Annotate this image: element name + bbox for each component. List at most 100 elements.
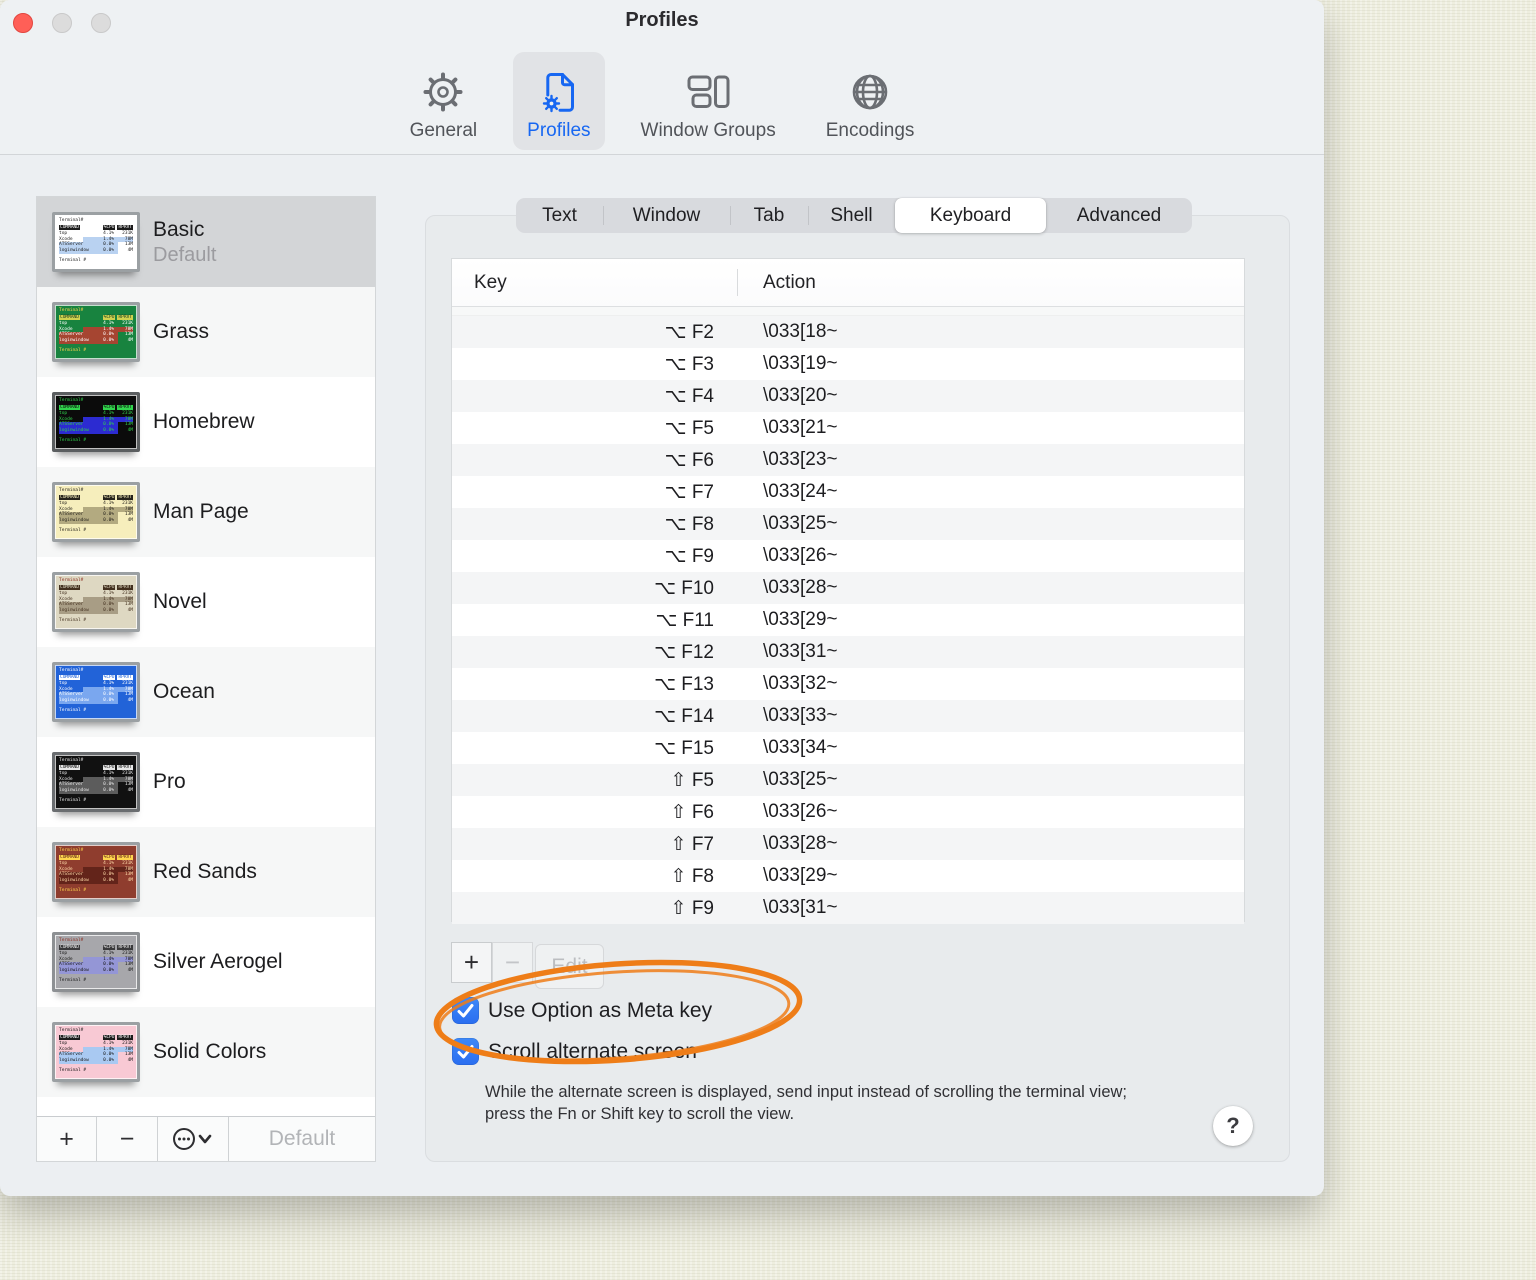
thumb-header-chip: %CPU (102, 584, 116, 591)
shortcut-action: \033[29~ (763, 609, 838, 630)
titlebar: Profiles (0, 0, 1324, 44)
shortcut-key: ⌥ F8 (664, 513, 714, 535)
thumb-title: Terminal# (59, 488, 84, 493)
profile-list-item-solid-colors[interactable]: Terminal# COMMAND %CPU RPRVT top 4.1% 231K Xcod… (37, 1007, 375, 1097)
thumb-header-chip: RPRVT (117, 854, 133, 861)
option-scroll-alternate-screen[interactable]: Scroll alternate screen (452, 1038, 697, 1065)
profile-name: Homebrew (153, 410, 255, 433)
checkbox-checked-icon[interactable] (452, 1038, 479, 1065)
thumb-header-chip: COMMAND (59, 224, 80, 231)
thumb-header-chip: COMMAND (59, 944, 80, 951)
shortcut-action: \033[23~ (763, 449, 838, 470)
shortcut-row[interactable]: ⌥ F15 \033[34~ (452, 732, 1244, 764)
shortcut-row[interactable]: ⌥ F2 \033[18~ (452, 316, 1244, 348)
profile-thumbnail: Terminal# COMMAND %CPU RPRVT top 4.1% 231K Xcod… (52, 662, 140, 722)
profile-text: Silver Aerogel (153, 950, 283, 974)
tab-tab[interactable]: Tab (730, 198, 808, 233)
shortcut-row[interactable]: ⇧ F6 \033[26~ (452, 796, 1244, 828)
shortcut-row[interactable]: ⌥ F14 \033[33~ (452, 700, 1244, 732)
option-label: Use Option as Meta key (488, 998, 713, 1022)
shortcut-row[interactable]: ⌥ F10 \033[28~ (452, 572, 1244, 604)
shortcut-row[interactable]: ⇧ F8 \033[29~ (452, 860, 1244, 892)
tab-text[interactable]: Text (516, 198, 603, 233)
option-use-option-as-meta[interactable]: Use Option as Meta key (452, 997, 712, 1024)
remove-shortcut-button[interactable]: − (492, 942, 533, 983)
shortcut-action: \033[29~ (763, 865, 838, 886)
thumb-process-row: loginwindow 0.0% 4M (59, 877, 133, 884)
shortcut-row[interactable]: ⌥ F5 \033[21~ (452, 412, 1244, 444)
profile-name: Grass (153, 320, 210, 343)
shortcut-row[interactable]: ⌥ F8 \033[25~ (452, 508, 1244, 540)
shortcut-key: ⇧ F9 (670, 897, 714, 919)
set-default-button[interactable]: Default (229, 1117, 375, 1161)
shortcut-row[interactable]: ⌥ F6 \033[23~ (452, 444, 1244, 476)
shortcut-row[interactable]: ⌥ F13 \033[32~ (452, 668, 1244, 700)
thumb-header-chip: RPRVT (117, 404, 133, 411)
thumb-header-chip: RPRVT (117, 1034, 133, 1041)
desktop: { "window": { "title": "Profiles" }, "to… (0, 0, 1536, 1280)
profile-actions-menu-button[interactable] (158, 1117, 229, 1161)
thumb-process-row: loginwindow 0.0% 4M (59, 787, 133, 794)
thumb-process-row: loginwindow 0.0% 4M (59, 427, 133, 434)
shortcut-key: ⌥ F12 (654, 641, 714, 663)
edit-shortcut-button: Edit (535, 944, 604, 989)
thumb-header-chip: %CPU (102, 764, 116, 771)
profile-list-item-grass[interactable]: Terminal# COMMAND %CPU RPRVT top 4.1% 231K Xcod… (37, 287, 375, 377)
shortcut-row[interactable]: ⌥ F3 \033[19~ (452, 348, 1244, 380)
shortcut-row[interactable]: ⇧ F9 \033[31~ (452, 892, 1244, 924)
toolbar-item-profiles[interactable]: Profiles (513, 52, 605, 150)
shortcut-action: \033[18~ (763, 321, 838, 342)
profile-name: Solid Colors (153, 1040, 267, 1063)
shortcut-row[interactable]: ⇧ F7 \033[28~ (452, 828, 1244, 860)
shortcut-row[interactable]: ⌥ F12 \033[31~ (452, 636, 1244, 668)
shortcut-action: \033[34~ (763, 737, 838, 758)
profile-list-item-novel[interactable]: Terminal# COMMAND %CPU RPRVT top 4.1% 231K Xcod… (37, 557, 375, 647)
profile-list-item-homebrew[interactable]: Terminal# COMMAND %CPU RPRVT top 4.1% 231K Xcod… (37, 377, 375, 467)
shortcut-action: \033[20~ (763, 385, 838, 406)
toolbar-item-window-groups[interactable]: Window Groups (627, 52, 790, 150)
shortcut-key: ⇧ F6 (670, 801, 714, 823)
tab-keyboard[interactable]: Keyboard (895, 198, 1046, 233)
thumb-title: Terminal# (59, 218, 84, 223)
tab-advanced[interactable]: Advanced (1046, 198, 1192, 233)
help-button[interactable]: ? (1213, 1106, 1253, 1146)
add-shortcut-button[interactable]: + (451, 942, 492, 983)
profile-text: Pro (153, 770, 186, 794)
tab-shell[interactable]: Shell (808, 198, 895, 233)
remove-profile-button[interactable]: − (97, 1117, 158, 1161)
tab-window[interactable]: Window (603, 198, 730, 233)
shortcut-key: ⌥ F14 (654, 705, 714, 727)
shortcut-row[interactable]: ⌥ F9 \033[26~ (452, 540, 1244, 572)
profile-text: Red Sands (153, 860, 257, 884)
shortcut-row[interactable]: ⌥ F11 \033[29~ (452, 604, 1244, 636)
thumb-header-chip: %CPU (102, 854, 116, 861)
shortcut-action: \033[24~ (763, 481, 838, 502)
shortcut-row[interactable]: ⌥ F7 \033[24~ (452, 476, 1244, 508)
checkbox-checked-icon[interactable] (452, 997, 479, 1024)
shortcut-key: ⌥ F10 (654, 577, 714, 599)
profile-name: Ocean (153, 680, 215, 703)
shortcut-row[interactable]: ⌥ F4 \033[20~ (452, 380, 1244, 412)
thumb-process-row: loginwindow 0.0% 4M (59, 697, 133, 704)
toolbar-item-label: Encodings (825, 120, 915, 141)
alternate-screen-help-text: While the alternate screen is displayed,… (485, 1083, 1128, 1123)
column-divider[interactable] (737, 269, 738, 296)
profile-list-item-ocean[interactable]: Terminal# COMMAND %CPU RPRVT top 4.1% 231K Xcod… (37, 647, 375, 737)
profile-thumbnail: Terminal# COMMAND %CPU RPRVT top 4.1% 231K Xcod… (52, 752, 140, 812)
profile-thumbnail: Terminal# COMMAND %CPU RPRVT top 4.1% 231K Xcod… (52, 1022, 140, 1082)
table-actions: + − Edit (451, 942, 604, 989)
profile-list-item-man-page[interactable]: Terminal# COMMAND %CPU RPRVT top 4.1% 231K Xcod… (37, 467, 375, 557)
globe-icon (846, 68, 894, 116)
profile-thumbnail: Terminal# COMMAND %CPU RPRVT top 4.1% 231K Xcod… (52, 482, 140, 542)
shortcut-row[interactable]: ⇧ F5 \033[25~ (452, 764, 1244, 796)
profile-list-item-basic[interactable]: Terminal# COMMAND %CPU RPRVT top 4.1% 231K Xcod… (37, 197, 375, 287)
toolbar-item-general[interactable]: General (396, 52, 492, 150)
add-profile-button[interactable]: + (37, 1117, 97, 1161)
toolbar-item-encodings[interactable]: Encodings (812, 52, 929, 150)
profile-name: Red Sands (153, 860, 257, 883)
toolbar-item-label: General (409, 120, 478, 141)
profile-list-item-silver-aerogel[interactable]: Terminal# COMMAND %CPU RPRVT top 4.1% 231K Xcod… (37, 917, 375, 1007)
profiles-sidebar: Terminal# COMMAND %CPU RPRVT top 4.1% 231K Xcod… (36, 196, 376, 1162)
profile-list-item-red-sands[interactable]: Terminal# COMMAND %CPU RPRVT top 4.1% 231K Xcod… (37, 827, 375, 917)
profile-list-item-pro[interactable]: Terminal# COMMAND %CPU RPRVT top 4.1% 231K Xcod… (37, 737, 375, 827)
